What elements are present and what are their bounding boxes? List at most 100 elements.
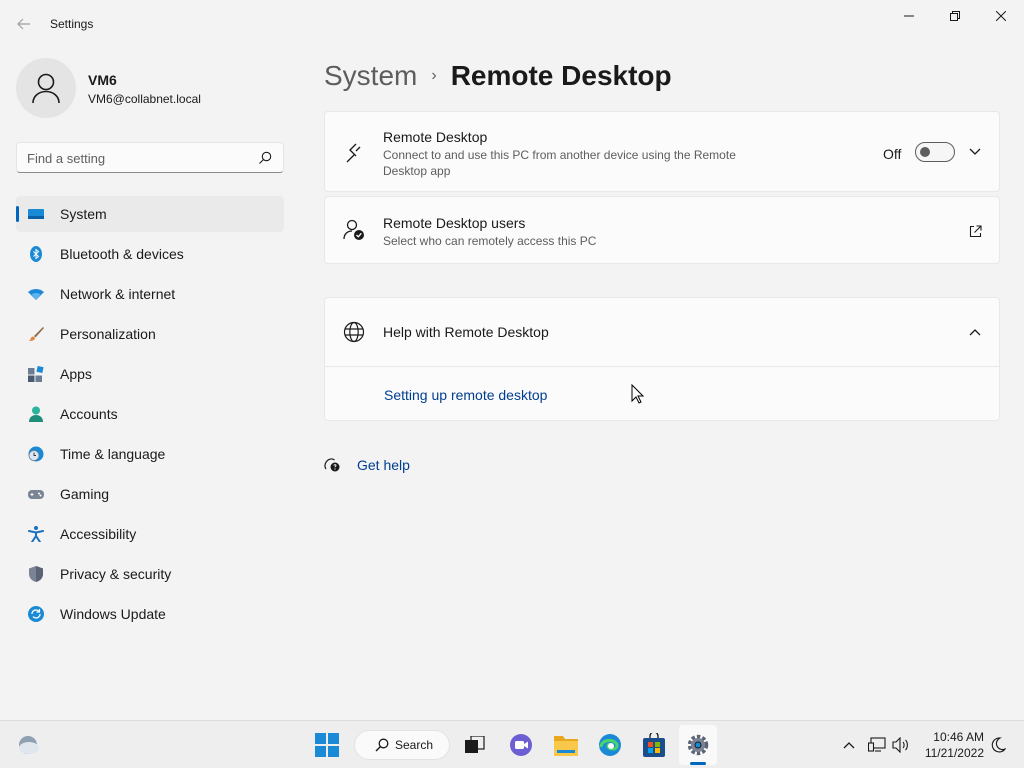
system-icon bbox=[28, 209, 44, 219]
teams-chat-button[interactable] bbox=[502, 725, 540, 765]
sidebar-item-personalization[interactable]: Personalization bbox=[16, 316, 284, 352]
profile-name: VM6 bbox=[88, 72, 117, 88]
gear-icon bbox=[687, 734, 709, 756]
sidebar-item-label: Accounts bbox=[60, 406, 118, 422]
remote-desktop-icon bbox=[346, 143, 361, 163]
speaker-icon bbox=[892, 737, 908, 753]
sidebar-item-label: Accessibility bbox=[60, 526, 137, 542]
weather-cloud-icon bbox=[19, 736, 39, 754]
search-icon bbox=[259, 151, 272, 164]
sidebar-item-label: Bluetooth & devices bbox=[60, 246, 184, 262]
sidebar-item-accounts[interactable]: Accounts bbox=[16, 396, 284, 432]
remote-desktop-title: Remote Desktop bbox=[383, 129, 488, 145]
show-hidden-icons-button[interactable] bbox=[837, 725, 861, 765]
person-icon bbox=[32, 73, 60, 104]
sidebar-item-accessibility[interactable]: Accessibility bbox=[16, 516, 284, 552]
sidebar-item-windows-update[interactable]: Windows Update bbox=[16, 596, 284, 632]
edge-browser-button[interactable] bbox=[591, 725, 629, 765]
clock[interactable]: 10:46 AM 11/21/2022 bbox=[920, 729, 984, 761]
sidebar-item-gaming[interactable]: Gaming bbox=[16, 476, 284, 512]
breadcrumb: System › Remote Desktop bbox=[324, 58, 672, 94]
remote-desktop-toggle[interactable] bbox=[915, 142, 955, 162]
user-profile[interactable]: VM6 VM6@collabnet.local bbox=[16, 58, 286, 118]
clock-globe-icon bbox=[28, 446, 44, 462]
title-bar: Settings bbox=[0, 0, 1024, 48]
sidebar-item-label: Time & language bbox=[60, 446, 166, 462]
sidebar-item-network[interactable]: Network & internet bbox=[16, 276, 284, 312]
breadcrumb-separator: › bbox=[431, 67, 437, 84]
chat-icon bbox=[510, 734, 532, 756]
task-view-icon bbox=[465, 736, 485, 753]
minimize-icon bbox=[904, 15, 914, 17]
remote-desktop-card[interactable]: Remote Desktop Connect to and use this P… bbox=[324, 111, 1000, 192]
collapse-button[interactable] bbox=[965, 322, 985, 342]
wifi-icon bbox=[28, 289, 44, 300]
brush-icon bbox=[29, 327, 44, 341]
active-app-indicator bbox=[690, 762, 706, 765]
chevron-up-icon bbox=[969, 329, 981, 336]
volume-button[interactable] bbox=[889, 725, 913, 765]
settings-taskbar-button[interactable] bbox=[679, 725, 717, 765]
sidebar-nav: System Bluetooth & devices Network & int… bbox=[16, 196, 284, 636]
user-check-icon bbox=[343, 219, 364, 240]
sidebar-item-label: System bbox=[60, 206, 107, 222]
start-button[interactable] bbox=[308, 725, 346, 765]
chevron-down-icon bbox=[969, 148, 981, 155]
search-input[interactable] bbox=[27, 149, 247, 167]
clock-date: 11/21/2022 bbox=[924, 746, 984, 760]
globe-icon bbox=[343, 321, 365, 343]
restore-button[interactable] bbox=[932, 0, 978, 32]
store-button[interactable] bbox=[635, 725, 673, 765]
profile-email: VM6@collabnet.local bbox=[88, 92, 201, 106]
restore-icon bbox=[950, 11, 960, 21]
remote-desktop-users-card[interactable]: Remote Desktop users Select who can remo… bbox=[324, 196, 1000, 264]
network-status-button[interactable] bbox=[865, 725, 889, 765]
chevron-up-icon bbox=[843, 742, 855, 749]
help-link-row: Setting up remote desktop bbox=[325, 366, 999, 422]
taskbar-search[interactable]: Search bbox=[354, 730, 450, 760]
get-help-icon bbox=[324, 458, 340, 472]
shield-icon bbox=[29, 566, 43, 582]
app-title: Settings bbox=[50, 17, 94, 31]
notifications-button[interactable] bbox=[986, 725, 1010, 765]
sidebar-item-label: Privacy & security bbox=[60, 566, 172, 582]
sidebar-item-label: Personalization bbox=[60, 326, 156, 342]
close-button[interactable] bbox=[978, 0, 1024, 32]
sidebar-item-label: Apps bbox=[60, 366, 92, 382]
open-external-button[interactable] bbox=[965, 221, 985, 241]
minimize-button[interactable] bbox=[886, 0, 932, 32]
expand-button[interactable] bbox=[965, 142, 985, 162]
back-arrow-icon bbox=[17, 18, 30, 30]
bluetooth-icon bbox=[30, 246, 42, 262]
sidebar-item-bluetooth[interactable]: Bluetooth & devices bbox=[16, 236, 284, 272]
back-button[interactable] bbox=[12, 12, 36, 36]
gamepad-icon bbox=[28, 490, 44, 499]
store-icon bbox=[643, 733, 665, 757]
accounts-icon bbox=[29, 406, 43, 422]
mouse-cursor-icon bbox=[631, 384, 645, 404]
avatar bbox=[16, 58, 76, 118]
search-box[interactable] bbox=[16, 142, 284, 173]
sidebar-item-time-language[interactable]: Time & language bbox=[16, 436, 284, 472]
breadcrumb-parent[interactable]: System bbox=[324, 60, 417, 92]
taskbar-search-label: Search bbox=[395, 738, 434, 752]
search-icon bbox=[375, 738, 389, 752]
sidebar-item-system[interactable]: System bbox=[16, 196, 284, 232]
toggle-knob bbox=[920, 147, 930, 157]
setting-up-remote-desktop-link[interactable]: Setting up remote desktop bbox=[384, 387, 547, 403]
task-view-button[interactable] bbox=[456, 725, 494, 765]
get-help-label: Get help bbox=[357, 457, 410, 473]
weather-widget-button[interactable] bbox=[10, 725, 46, 765]
remote-users-description: Select who can remotely access this PC bbox=[383, 234, 597, 248]
sidebar-item-apps[interactable]: Apps bbox=[16, 356, 284, 392]
get-help[interactable]: Get help bbox=[324, 455, 410, 475]
sidebar-item-label: Gaming bbox=[60, 486, 110, 502]
close-icon bbox=[996, 11, 1006, 21]
moon-icon bbox=[991, 737, 1006, 753]
page-title: Remote Desktop bbox=[450, 60, 672, 91]
sidebar-item-privacy[interactable]: Privacy & security bbox=[16, 556, 284, 592]
apps-icon bbox=[28, 366, 44, 382]
file-explorer-button[interactable] bbox=[547, 725, 585, 765]
accessibility-icon bbox=[28, 526, 44, 542]
edge-icon bbox=[599, 734, 621, 756]
